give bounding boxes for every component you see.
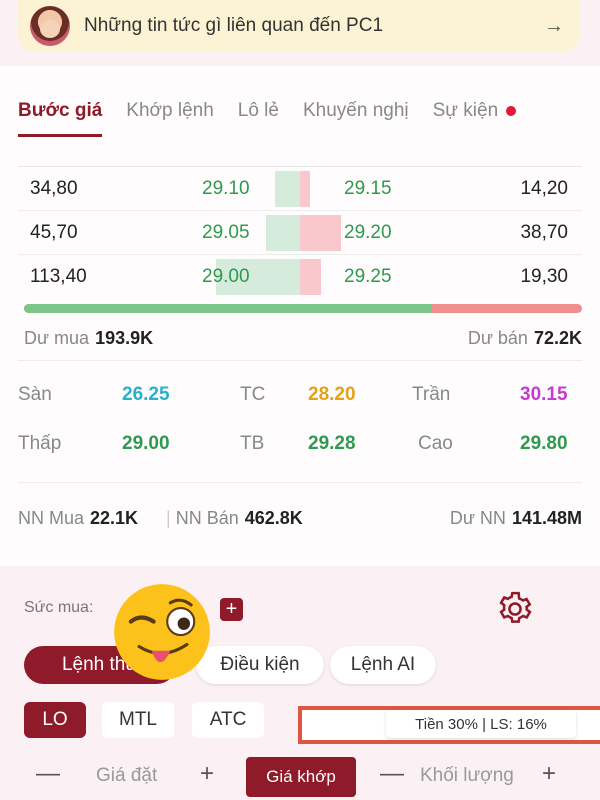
divider — [18, 360, 582, 361]
du-ban-value: 72.2K — [533, 328, 582, 348]
ask-price[interactable]: 29.25 — [344, 266, 392, 288]
volume-decrease-button[interactable]: — — [380, 760, 404, 788]
bid-depth-bar — [266, 215, 300, 251]
san-label: Sàn — [18, 384, 52, 405]
tb-value: 29.28 — [308, 433, 356, 454]
tc-label: TC — [240, 384, 266, 405]
volume-increase-button[interactable]: + — [542, 760, 556, 788]
bid-price[interactable]: 29.10 — [202, 178, 250, 200]
ask-depth-bar — [300, 171, 310, 207]
order-book-row[interactable]: 45,70 29.05 29.20 38,70 — [18, 210, 582, 254]
bid-volume: 113,40 — [30, 266, 87, 287]
nn-ban: | NN Bán 462.8K — [166, 508, 303, 529]
news-banner[interactable]: Những tin tức gì liên quan đến PC1 → — [18, 0, 580, 52]
order-type-condition[interactable]: Điều kiện — [196, 646, 324, 684]
divider — [18, 482, 582, 483]
nn-ban-value: 462.8K — [244, 508, 303, 528]
tab-khuyen-nghi[interactable]: Khuyến nghị — [303, 100, 409, 140]
ask-depth-bar — [300, 215, 341, 251]
ask-price[interactable]: 29.20 — [344, 222, 392, 244]
buy-ratio-fill — [24, 304, 432, 313]
du-nn: Dư NN 141.48M — [450, 508, 582, 529]
tran-label: Trần — [412, 384, 451, 405]
nn-ban-label: NN Bán — [175, 508, 239, 528]
arrow-right-icon[interactable]: → — [544, 15, 564, 38]
du-mua-label: Dư mua — [24, 328, 90, 348]
tab-su-kien-label: Sự kiện — [432, 100, 499, 121]
banner-text: Những tin tức gì liên quan đến PC1 — [84, 15, 384, 36]
tab-bar: Bước giá Khớp lệnh Lô lẻ Khuyến nghị Sự … — [18, 100, 582, 140]
du-nn-label: Dư NN — [449, 508, 506, 528]
bid-price[interactable]: 29.05 — [202, 222, 250, 244]
thap-value: 29.00 — [122, 433, 170, 454]
nn-mua: NN Mua 22.1K — [18, 508, 138, 529]
tab-buoc-gia[interactable]: Bước giá — [18, 100, 103, 140]
cao-label: Cao — [418, 433, 453, 454]
tab-khop-lenh[interactable]: Khớp lệnh — [126, 100, 213, 140]
stock-detail-card: Bước giá Khớp lệnh Lô lẻ Khuyến nghị Sự … — [0, 66, 600, 566]
ask-price[interactable]: 29.15 — [344, 178, 392, 200]
bid-price[interactable]: 29.00 — [202, 266, 250, 288]
thap-label: Thấp — [18, 433, 62, 454]
bid-volume: 34,80 — [30, 178, 78, 199]
nn-separator: | — [166, 508, 171, 528]
san-value: 26.25 — [122, 384, 170, 405]
cao-value: 29.80 — [520, 433, 568, 454]
volume-input[interactable]: Khối lượng — [420, 765, 514, 787]
match-price-button[interactable]: Giá khớp — [246, 757, 356, 797]
margin-info: Tiền 30% | LS: 16% — [386, 710, 576, 738]
du-mua-value: 193.9K — [95, 328, 154, 348]
du-ban: Dư bán 72.2K — [468, 328, 582, 349]
nn-mua-value: 22.1K — [90, 508, 139, 528]
buy-sell-ratio-bar — [24, 304, 582, 313]
add-purchase-power-button[interactable]: + — [220, 598, 243, 621]
price-input[interactable]: Giá đặt — [96, 765, 157, 787]
notification-dot-icon — [506, 105, 517, 116]
price-type-mtl[interactable]: MTL — [102, 702, 174, 738]
tb-label: TB — [240, 433, 265, 454]
nn-mua-label: NN Mua — [18, 508, 85, 528]
tab-su-kien[interactable]: Sự kiện — [433, 100, 517, 140]
order-book: 34,80 29.10 29.15 14,20 45,70 29.05 29.2… — [18, 166, 582, 298]
tab-lo-le[interactable]: Lô lẻ — [238, 100, 279, 140]
price-increase-button[interactable]: + — [200, 760, 214, 788]
suc-mua-label: Sức mua: — [24, 599, 94, 616]
price-type-atc[interactable]: ATC — [192, 702, 264, 738]
gear-icon[interactable] — [496, 590, 534, 628]
tran-value: 30.15 — [520, 384, 568, 405]
price-type-lo[interactable]: LO — [24, 702, 86, 738]
ask-depth-bar — [300, 259, 321, 295]
ask-volume: 14,20 — [520, 178, 568, 199]
order-book-row[interactable]: 34,80 29.10 29.15 14,20 — [18, 166, 582, 210]
ask-volume: 38,70 — [520, 222, 568, 243]
winking-tongue-emoji — [114, 584, 210, 680]
du-mua: Dư mua 193.9K — [24, 328, 153, 349]
du-ban-label: Dư bán — [467, 328, 528, 348]
tc-value: 28.20 — [308, 384, 356, 405]
price-decrease-button[interactable]: — — [36, 760, 60, 788]
ask-volume: 19,30 — [520, 266, 568, 287]
avatar — [30, 6, 70, 46]
bid-volume: 45,70 — [30, 222, 78, 243]
bid-depth-bar — [275, 171, 300, 207]
order-type-ai[interactable]: Lệnh AI — [330, 646, 436, 684]
du-nn-value: 141.48M — [511, 508, 582, 528]
order-book-row[interactable]: 113,40 29.00 29.25 19,30 — [18, 254, 582, 298]
